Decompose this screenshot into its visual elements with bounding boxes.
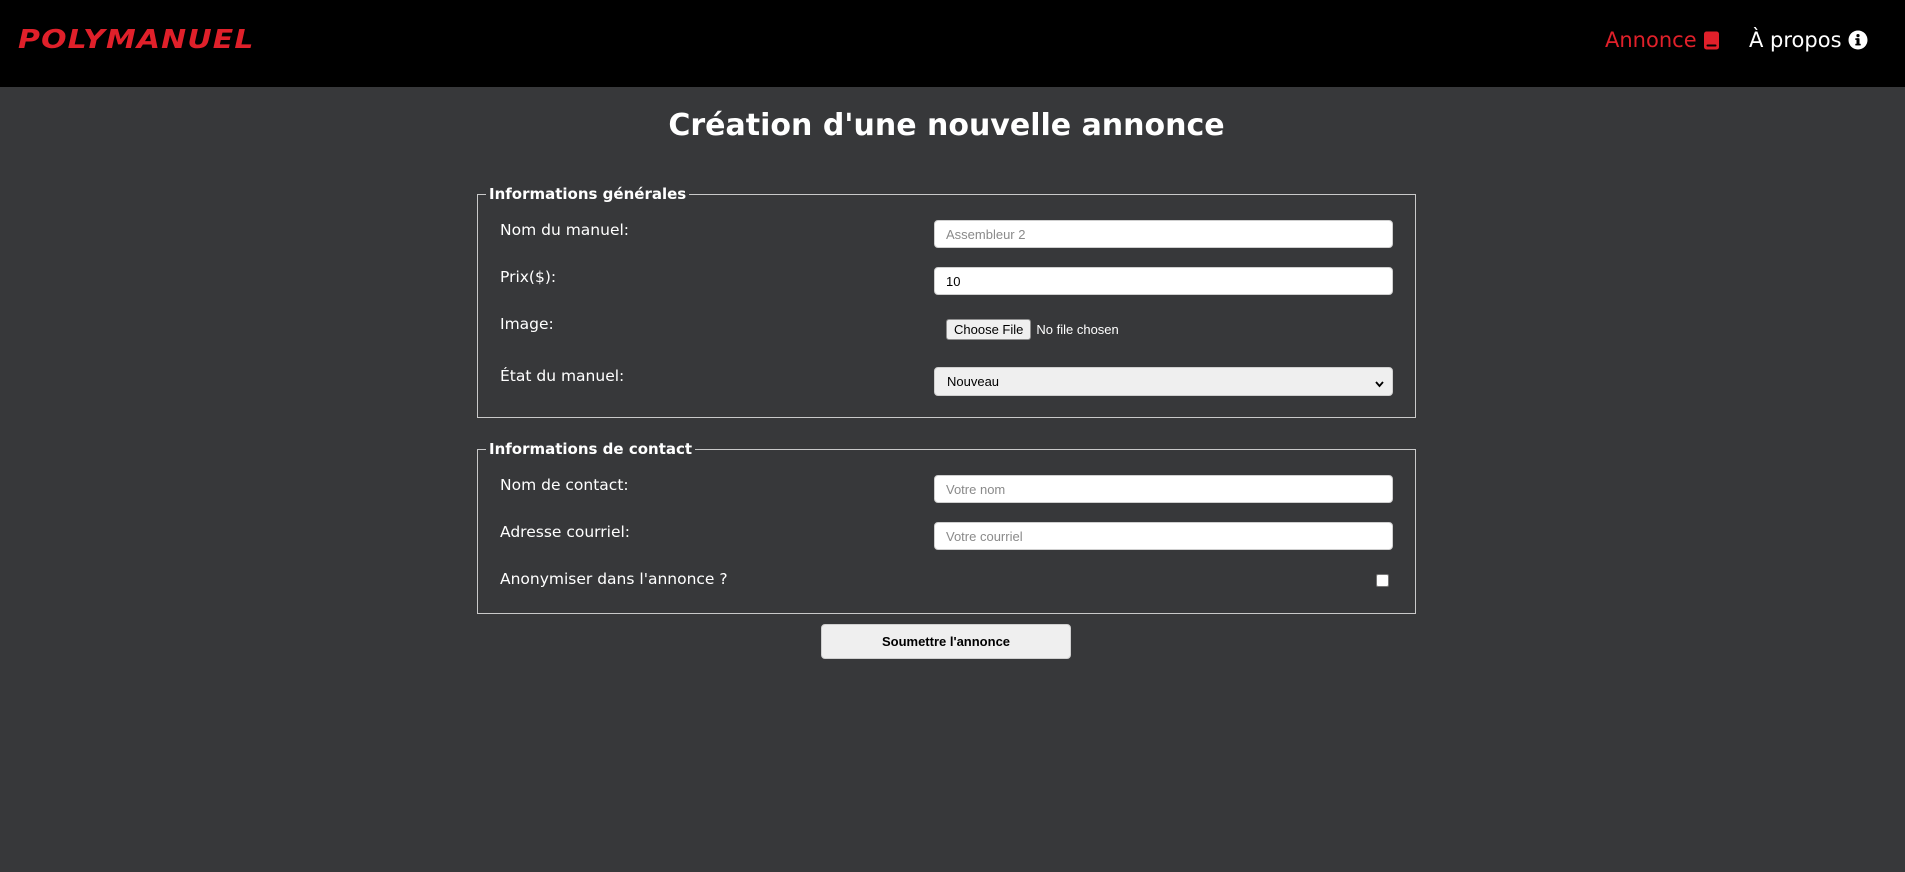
nav-apropos-link[interactable]: À propos [1749,28,1868,52]
condition-select[interactable]: Nouveau [934,367,1393,396]
condition-selected-value: Nouveau [947,374,1000,389]
email-label: Adresse courriel: [500,523,631,541]
contact-info-legend: Informations de contact [486,439,696,459]
book-icon [1703,31,1720,50]
condition-label: État du manuel: [500,367,625,385]
price-input[interactable] [934,267,1393,295]
nav-apropos-label: À propos [1749,28,1842,52]
file-status-text: No file chosen [1036,322,1119,337]
polymanuel-logo[interactable]: POLYMANUEL [18,24,255,56]
general-info-legend: Informations générales [486,184,690,204]
nav-annonce-link[interactable]: Annonce [1605,28,1720,52]
info-icon [1848,30,1868,50]
choose-file-button[interactable]: Choose File [946,319,1032,340]
image-file-input: Choose File No file chosen [946,319,1119,340]
anonymize-checkbox[interactable] [1376,574,1389,587]
image-label: Image: [500,315,554,333]
page-title: Création d'une nouvelle annonce [668,108,1225,143]
contact-name-label: Nom de contact: [500,476,629,494]
email-input[interactable] [934,522,1393,550]
anonymize-label: Anonymiser dans l'annonce ? [500,570,728,588]
top-navbar: POLYMANUEL Annonce À propos [0,0,1905,87]
chevron-down-icon [1375,377,1384,392]
general-info-fieldset: Informations générales Nom du manuel: Pr… [477,184,1416,418]
nav-annonce-label: Annonce [1605,28,1697,52]
contact-info-fieldset: Informations de contact Nom de contact: … [477,439,1416,614]
contact-name-input[interactable] [934,475,1393,503]
manual-name-input[interactable] [934,220,1393,248]
price-label: Prix($): [500,268,557,286]
submit-button[interactable]: Soumettre l'annonce [821,624,1071,659]
manual-name-label: Nom du manuel: [500,221,630,239]
